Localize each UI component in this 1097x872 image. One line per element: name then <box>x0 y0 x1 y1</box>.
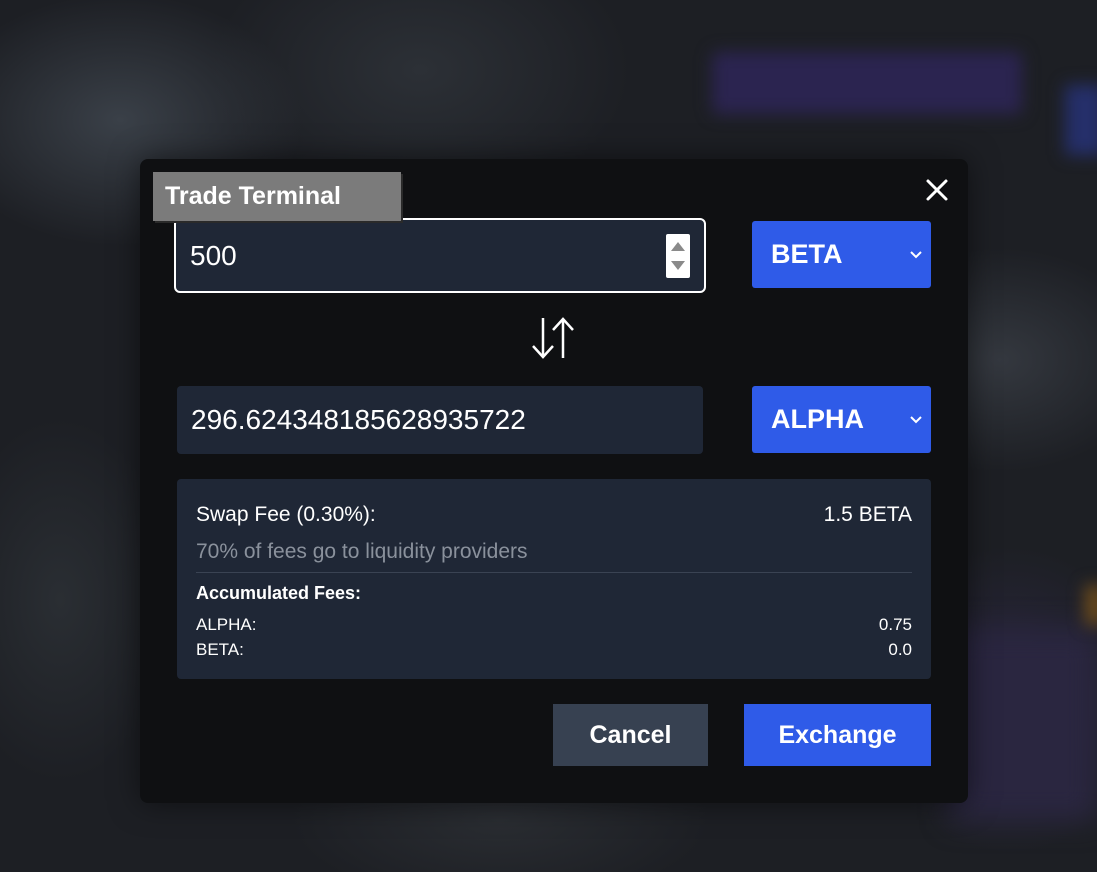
cancel-button[interactable]: Cancel <box>553 704 708 766</box>
divider <box>196 572 912 573</box>
accumulated-token-label: ALPHA: <box>196 615 257 634</box>
background-blur-shape <box>1065 85 1097 155</box>
chevron-down-icon <box>910 415 922 423</box>
fee-note: 70% of fees go to liquidity providers <box>196 540 528 563</box>
from-token-label: BETA <box>771 239 843 269</box>
from-token-select[interactable]: BETA <box>752 221 931 288</box>
amount-out-field: 296.624348185628935722 <box>177 386 703 454</box>
accumulated-token-label: BETA: <box>196 640 244 659</box>
fee-info-panel: Swap Fee (0.30%): 1.5 BETA 70% of fees g… <box>177 479 931 679</box>
accumulated-fees-title: Accumulated Fees: <box>196 583 362 603</box>
amount-in-value: 500 <box>190 239 237 271</box>
accumulated-fee-row: ALPHA: 0.75 <box>196 615 912 635</box>
chevron-down-icon <box>910 250 922 258</box>
swap-direction-button[interactable] <box>529 314 579 362</box>
amount-in-input[interactable]: 500 <box>174 218 706 293</box>
accumulated-fee-row: BETA: 0.0 <box>196 640 912 660</box>
close-button[interactable] <box>922 175 952 205</box>
accumulated-token-value: 0.75 <box>878 615 912 634</box>
swap-arrows-icon <box>532 317 574 359</box>
background-blur-shape <box>712 52 1022 114</box>
to-token-select[interactable]: ALPHA <box>752 386 931 453</box>
close-icon <box>926 179 948 201</box>
exchange-button[interactable]: Exchange <box>744 704 931 766</box>
modal-title: Trade Terminal <box>153 172 401 221</box>
increment-arrow-icon[interactable] <box>671 241 685 251</box>
background-blur-shape <box>1085 585 1097 625</box>
number-spinner[interactable] <box>666 233 690 278</box>
decrement-arrow-icon[interactable] <box>671 260 685 270</box>
to-token-label: ALPHA <box>771 404 864 434</box>
amount-out-value: 296.624348185628935722 <box>191 404 526 435</box>
swap-fee-row: Swap Fee (0.30%): 1.5 BETA <box>196 503 912 527</box>
accumulated-token-value: 0.0 <box>888 640 912 659</box>
swap-fee-label: Swap Fee (0.30%): <box>196 503 376 526</box>
swap-fee-value: 1.5 BETA <box>823 503 912 526</box>
background-blur-shape <box>950 630 1097 820</box>
